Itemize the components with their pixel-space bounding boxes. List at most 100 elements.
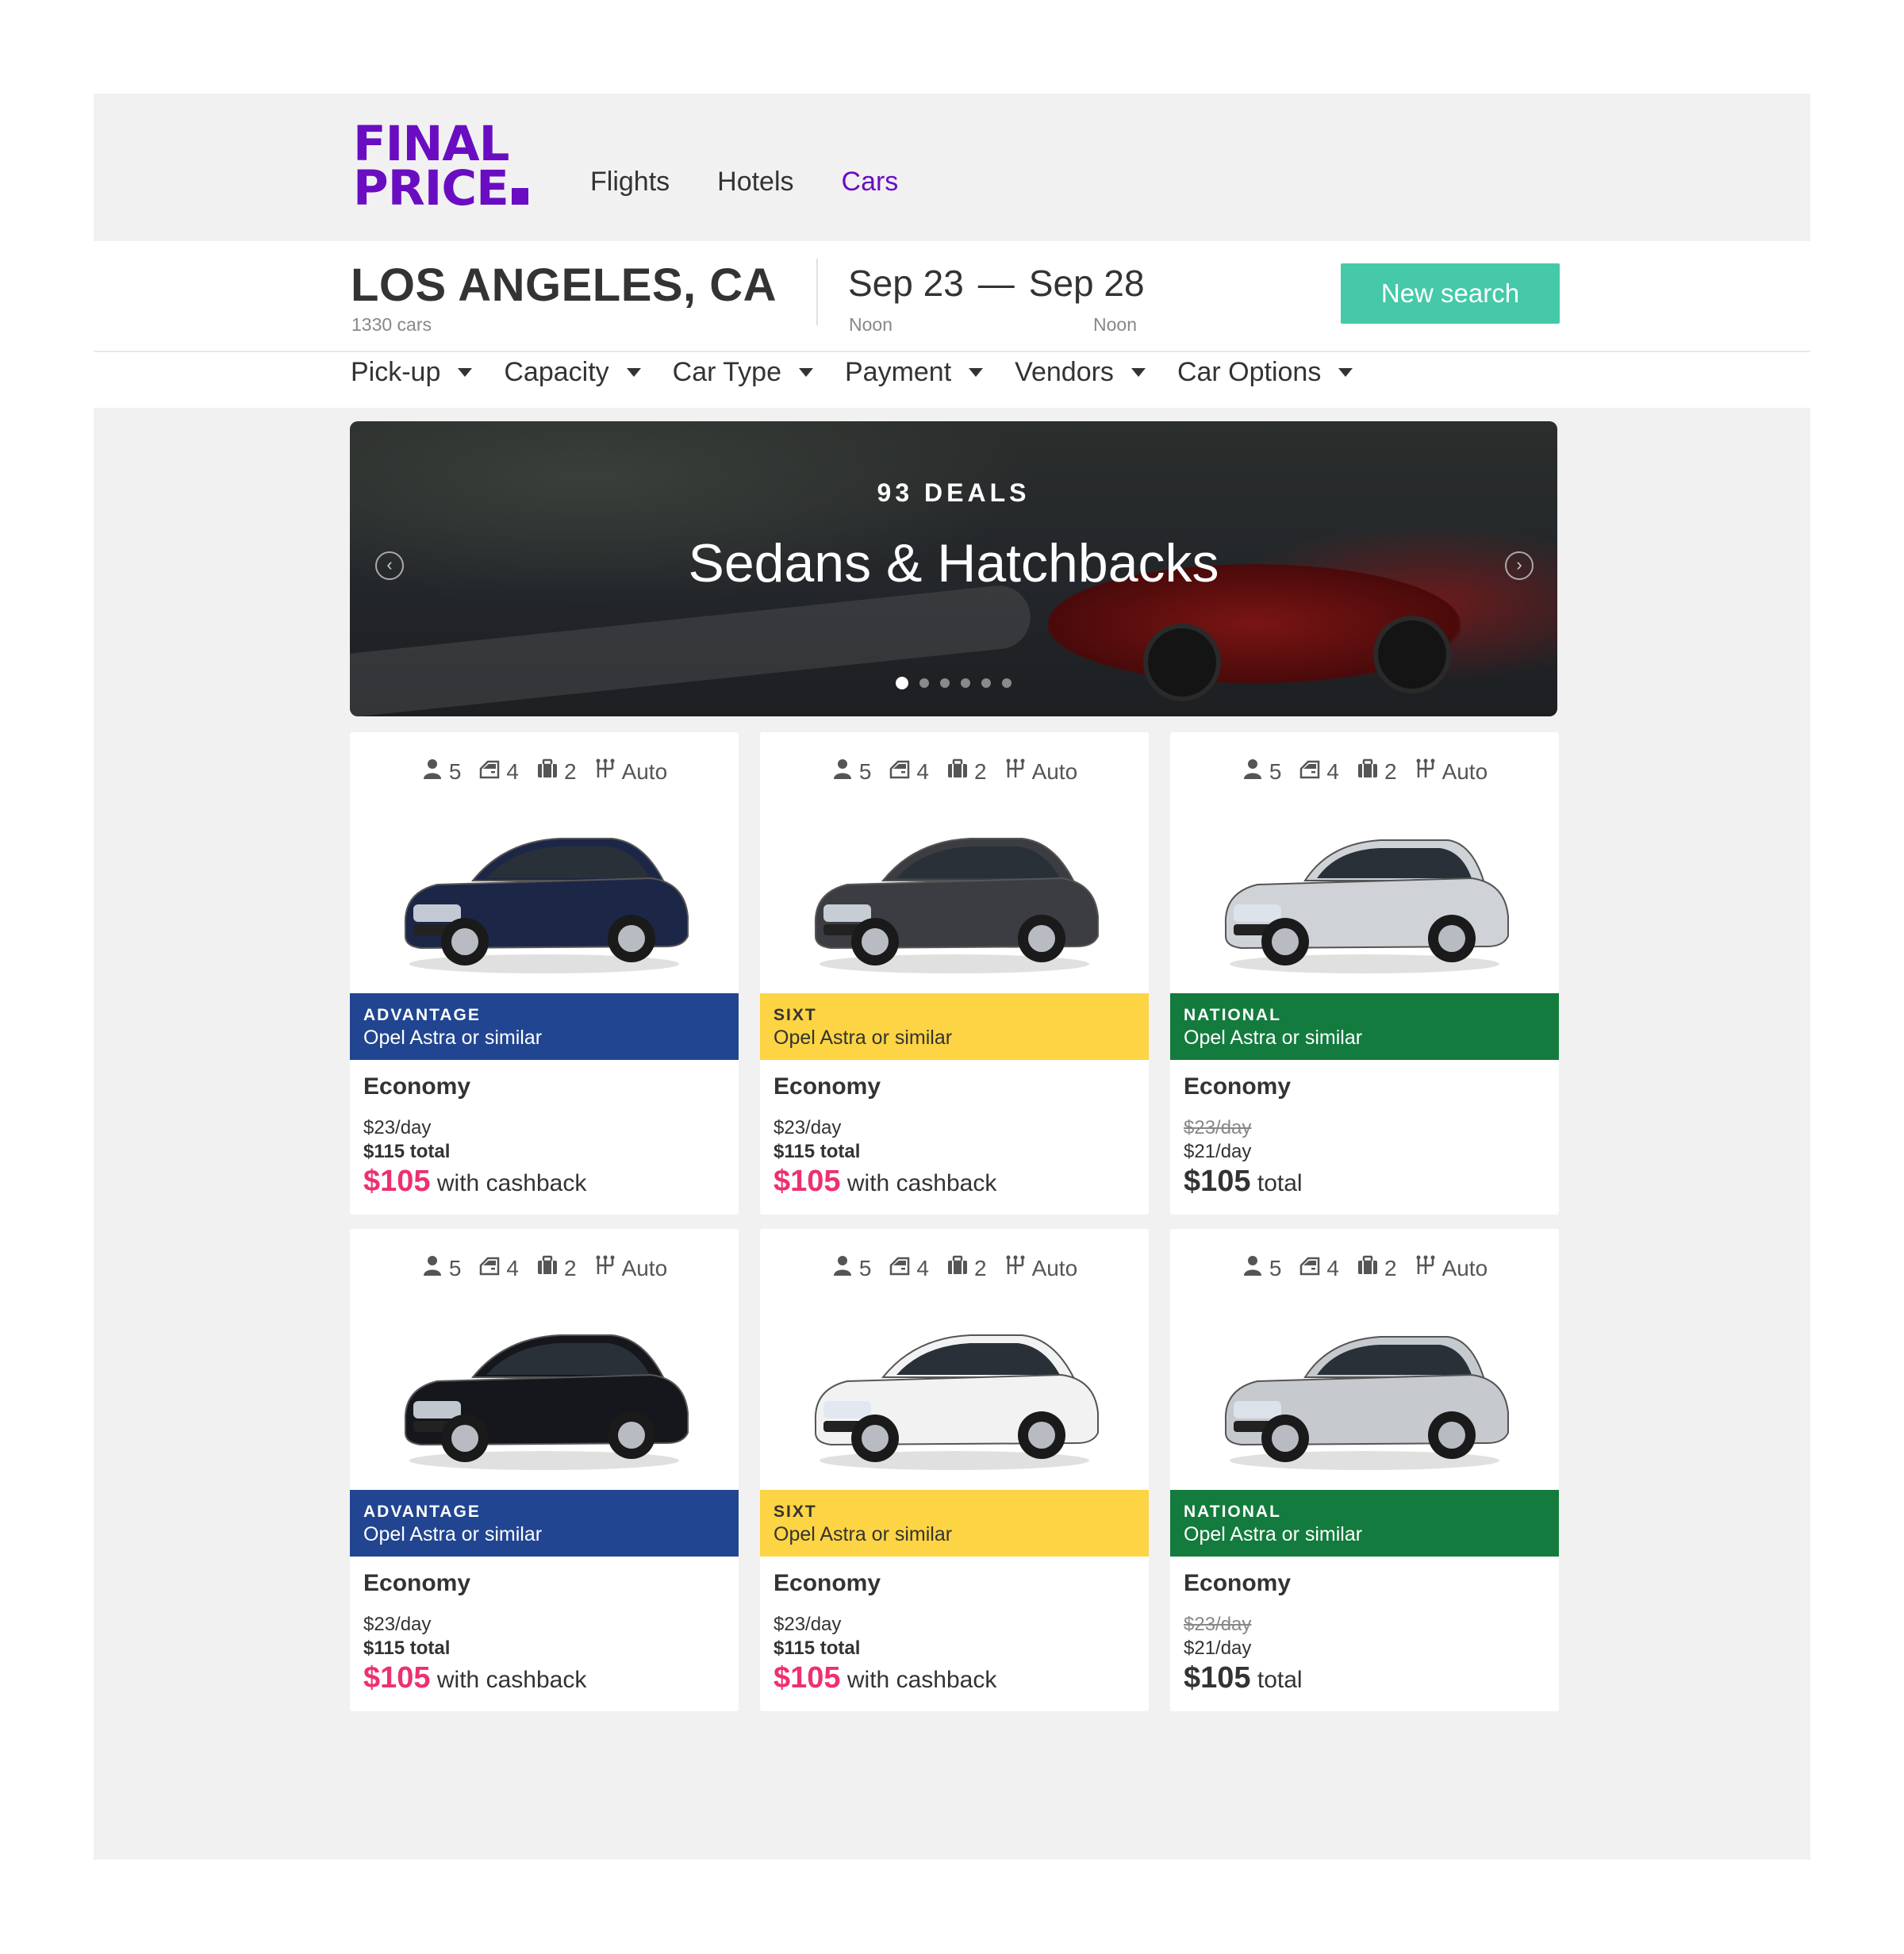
transmission-icon [594, 1254, 616, 1282]
carousel-dot[interactable] [1002, 678, 1012, 688]
carousel-dot[interactable] [961, 678, 970, 688]
filter-label: Payment [844, 357, 952, 387]
banner-road [350, 582, 1034, 716]
price-block: $23/day $115 total $105 with cashback [363, 1613, 586, 1696]
car-class: Economy [363, 1570, 471, 1596]
door-icon [1299, 758, 1321, 785]
final-price: $105 [1184, 1661, 1251, 1695]
seats-icon [831, 1254, 854, 1282]
transmission-type: Auto [1441, 1255, 1488, 1280]
caret-down-icon [969, 368, 984, 377]
door-icon [1299, 1254, 1321, 1282]
filter-vendors[interactable]: Vendors [1015, 357, 1146, 388]
car-image [800, 805, 1109, 980]
seats-icon [831, 758, 854, 785]
carousel-dot[interactable] [940, 678, 950, 688]
seats-count: 5 [858, 1255, 872, 1280]
car-class: Economy [774, 1570, 881, 1596]
vendor-bar: NATIONAL Opel Astra or similar [1170, 993, 1559, 1060]
total-price: $115 total [774, 1637, 861, 1659]
filter-pickup[interactable]: Pick-up [351, 357, 473, 388]
cashback-price: $105 [774, 1661, 841, 1695]
carousel-next-icon[interactable]: › [1505, 551, 1534, 580]
final-price-label: total [1257, 1667, 1303, 1693]
car-card[interactable]: 5 4 2 Auto ADVANTAGE Opel Astra or similar Eco… [350, 1229, 739, 1711]
car-model: Opel Astra or similar [363, 1523, 543, 1545]
car-model: Opel Astra or similar [1184, 1027, 1363, 1049]
date-separator: — [977, 263, 1015, 304]
cashback-label: with cashback [846, 1170, 997, 1196]
luggage-icon [536, 758, 559, 785]
filter-car-options[interactable]: Car Options [1177, 357, 1353, 388]
cashback-price: $105 [774, 1165, 841, 1198]
page-frame: FINAL PRICE Flights Hotels Cars LOS ANGE… [94, 94, 1810, 1860]
bags-count: 2 [973, 1255, 987, 1280]
car-card[interactable]: 5 4 2 Auto NATIONAL Opel Astra or similar Econ… [1170, 1229, 1559, 1711]
price-per-day: $21/day [1184, 1141, 1252, 1162]
bags-count: 2 [973, 758, 987, 784]
price-block: $23/day $115 total $105 with cashback [774, 1116, 996, 1200]
main-nav: Flights Hotels Cars [590, 167, 898, 198]
door-icon [889, 1254, 911, 1282]
top-header: FINAL PRICE Flights Hotels Cars [94, 94, 1810, 241]
dropoff-time: Noon [1093, 314, 1137, 335]
filter-car-type[interactable]: Car Type [673, 357, 813, 388]
luggage-icon [1357, 758, 1379, 785]
car-card[interactable]: 5 4 2 Auto ADVANTAGE Opel Astra or similar Eco… [350, 732, 739, 1215]
luggage-icon [946, 758, 969, 785]
car-class: Economy [774, 1073, 881, 1100]
price-per-day: $23/day [774, 1117, 842, 1138]
doors-count: 4 [1326, 1255, 1339, 1280]
dropoff-date: Sep 28 [1028, 263, 1145, 304]
car-class: Economy [363, 1073, 471, 1100]
price-block: $23/day $115 total $105 with cashback [774, 1613, 996, 1696]
cashback-price: $105 [363, 1165, 431, 1198]
vendor-name: NATIONAL [1184, 1503, 1281, 1521]
banner-title: Sedans & Hatchbacks [688, 533, 1219, 593]
carousel-dots [350, 677, 1557, 692]
door-icon [889, 758, 911, 785]
carousel-dot[interactable] [919, 678, 929, 688]
seats-icon [421, 758, 443, 785]
vendor-bar: SIXT Opel Astra or similar [760, 1490, 1149, 1557]
car-card[interactable]: 5 4 2 Auto NATIONAL Opel Astra or similar Econ… [1170, 732, 1559, 1215]
vendor-name: SIXT [774, 1503, 817, 1521]
old-price-per-day: $23/day [1184, 1117, 1252, 1138]
carousel-dot[interactable] [981, 678, 991, 688]
carousel-prev-icon[interactable]: ‹ [375, 551, 404, 580]
filter-capacity[interactable]: Capacity [504, 357, 641, 388]
new-search-button[interactable]: New search [1341, 263, 1560, 324]
doors-count: 4 [506, 1255, 519, 1280]
nav-flights[interactable]: Flights [590, 167, 670, 198]
caret-down-icon [798, 368, 813, 377]
nav-cars[interactable]: Cars [842, 167, 899, 198]
nav-hotels[interactable]: Hotels [717, 167, 793, 198]
date-range[interactable]: Sep 23 — Sep 28 [848, 262, 1145, 305]
price-per-day: $23/day [363, 1614, 432, 1635]
search-summary: LOS ANGELES, CA 1330 cars Sep 23— Sep 28 … [94, 241, 1810, 352]
category-banner[interactable]: 93 DEALS Sedans & Hatchbacks ‹ › [350, 421, 1557, 716]
search-city: LOS ANGELES, CA [351, 259, 777, 311]
doors-count: 4 [506, 758, 519, 784]
bags-count: 2 [563, 1255, 577, 1280]
filter-label: Vendors [1015, 357, 1114, 387]
car-card[interactable]: 5 4 2 Auto SIXT Opel Astra or similar Economy $… [760, 1229, 1149, 1711]
doors-count: 4 [1326, 758, 1339, 784]
caret-down-icon [1338, 368, 1353, 377]
price-block: $23/day $115 total $105 with cashback [363, 1116, 586, 1200]
vendor-name: SIXT [774, 1006, 817, 1024]
vendor-bar: ADVANTAGE Opel Astra or similar [350, 993, 739, 1060]
car-specs: 5 4 2 Auto [760, 758, 1149, 785]
seats-icon [421, 1254, 443, 1282]
doors-count: 4 [916, 1255, 929, 1280]
carousel-dot[interactable] [896, 677, 908, 689]
car-specs: 5 4 2 Auto [350, 1254, 739, 1282]
final-price-logo[interactable]: FINAL PRICE [353, 120, 528, 213]
caret-down-icon [458, 368, 473, 377]
price-per-day: $21/day [1184, 1637, 1252, 1659]
filter-payment[interactable]: Payment [844, 357, 984, 388]
bags-count: 2 [563, 758, 577, 784]
car-card[interactable]: 5 4 2 Auto SIXT Opel Astra or similar Economy $… [760, 732, 1149, 1215]
transmission-icon [1004, 758, 1027, 785]
vendor-bar: SIXT Opel Astra or similar [760, 993, 1149, 1060]
